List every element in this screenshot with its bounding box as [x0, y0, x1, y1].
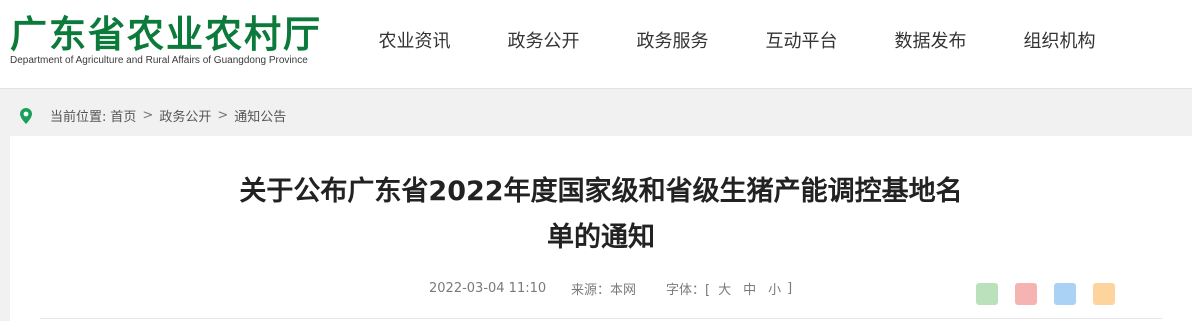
meta-divider [40, 318, 1162, 319]
nav-item-interaction[interactable]: 互动平台 [737, 27, 866, 53]
main-nav: 农业资讯 政务公开 政务服务 互动平台 数据发布 组织机构 [350, 20, 1124, 60]
article-title-line-2: 单的通知 [547, 222, 655, 253]
logo-chinese-name: 广东省农业农村厅 [10, 12, 322, 56]
font-size-small-button[interactable]: 小 [768, 279, 781, 298]
breadcrumb: 当前位置: 首页 > 政务公开 > 通知公告 [50, 106, 286, 125]
nav-item-organization[interactable]: 组织机构 [995, 27, 1124, 53]
font-size-medium-button[interactable]: 中 [743, 279, 756, 298]
nav-item-gov-affairs-open[interactable]: 政务公开 [479, 27, 608, 53]
article-source: 来源：本网 [571, 282, 637, 298]
nav-item-data-release[interactable]: 数据发布 [866, 27, 995, 53]
nav-item-agri-news[interactable]: 农业资讯 [350, 27, 479, 53]
breadcrumb-bar: 当前位置: 首页 > 政务公开 > 通知公告 [0, 88, 1192, 136]
qq-share-icon[interactable] [1054, 283, 1076, 305]
font-size-close-bracket: ] [787, 280, 793, 296]
logo-english-name: Department of Agriculture and Rural Affa… [10, 55, 308, 66]
breadcrumb-gov-affairs-link[interactable]: 政务公开 [159, 106, 211, 125]
share-bar [976, 283, 1132, 305]
breadcrumb-separator: > [217, 108, 229, 123]
breadcrumb-separator: > [142, 108, 154, 123]
weibo-share-icon[interactable] [1015, 283, 1037, 305]
font-size-switcher: 字体：[ 大 中 小 ] [666, 279, 792, 298]
site-header: 广东省农业农村厅 Department of Agriculture and R… [0, 0, 1192, 88]
article-title: 关于公布广东省2022年度国家级和省级生猪产能调控基地名 单的通知 [10, 169, 1192, 261]
breadcrumb-home-link[interactable]: 首页 [110, 106, 136, 125]
font-size-label: 字体：[ [666, 282, 711, 298]
article-panel: 关于公布广东省2022年度国家级和省级生猪产能调控基地名 单的通知 2022-0… [10, 136, 1192, 321]
wechat-share-icon[interactable] [976, 283, 998, 305]
publish-date: 2022-03-04 11:10 [429, 280, 547, 296]
font-size-large-button[interactable]: 大 [718, 279, 731, 298]
article-title-line-1: 关于公布广东省2022年度国家级和省级生猪产能调控基地名 [239, 176, 963, 207]
site-logo[interactable]: 广东省农业农村厅 Department of Agriculture and R… [10, 12, 340, 72]
breadcrumb-prefix: 当前位置: [50, 110, 107, 125]
qzone-share-icon[interactable] [1093, 283, 1115, 305]
location-pin-icon [20, 108, 32, 124]
nav-item-gov-services[interactable]: 政务服务 [608, 27, 737, 53]
breadcrumb-notices-link[interactable]: 通知公告 [234, 106, 286, 125]
